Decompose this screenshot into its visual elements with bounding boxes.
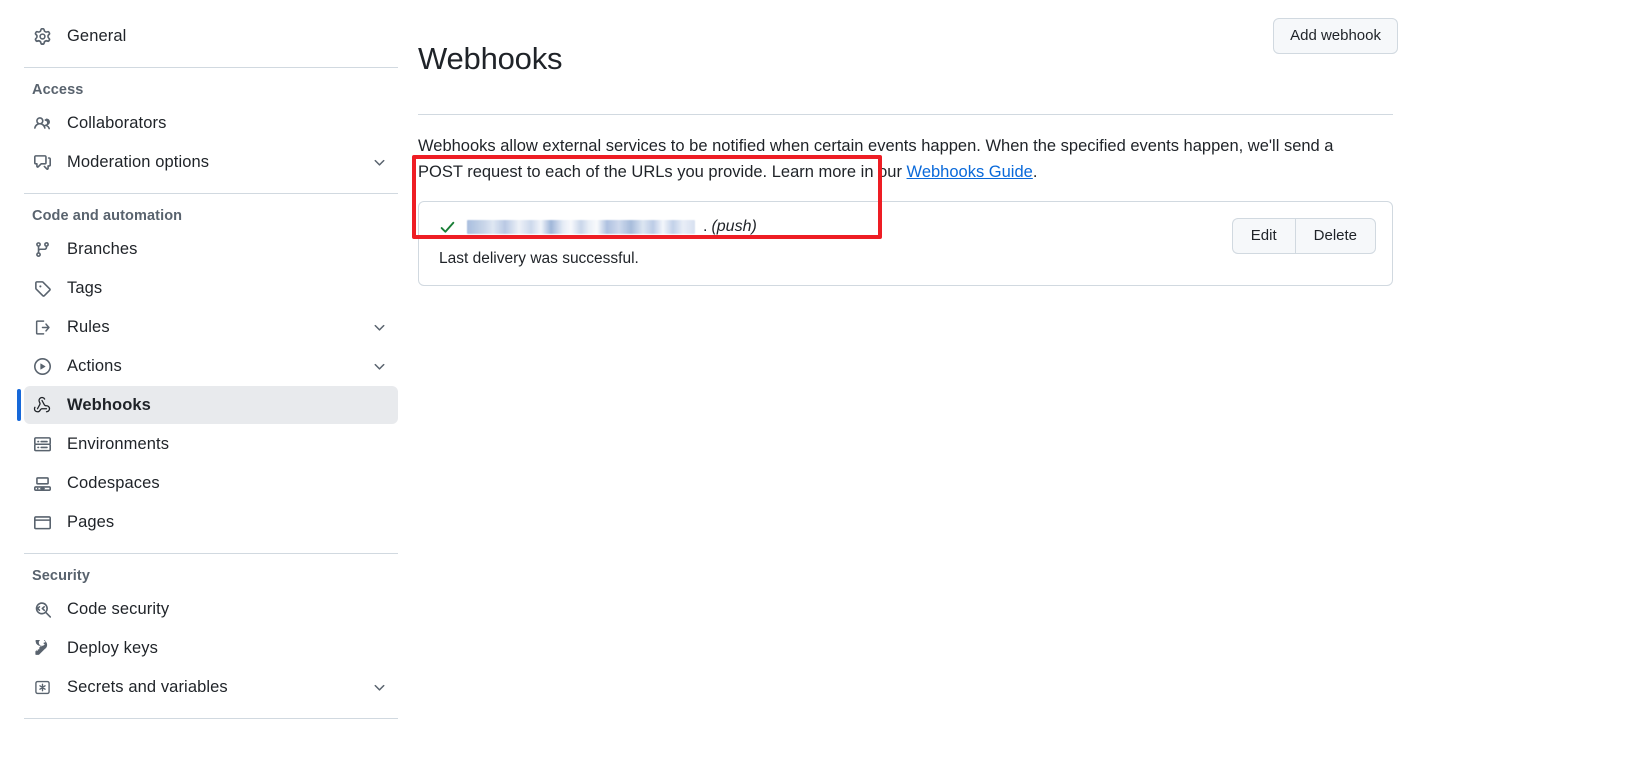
key-icon: [31, 637, 53, 659]
webhook-title-line: . (push): [437, 216, 757, 238]
gear-icon: [31, 25, 53, 47]
sidebar-divider: [24, 193, 398, 194]
description-text-before-link: Webhooks allow external services to be n…: [418, 136, 1334, 181]
settings-sidebar: General Access Collaborators Moderation …: [17, 0, 398, 723]
chevron-down-icon[interactable]: [370, 357, 388, 375]
chevron-down-icon[interactable]: [370, 153, 388, 171]
server-icon: [31, 433, 53, 455]
sidebar-item-branches[interactable]: Branches: [24, 230, 398, 268]
sidebar-item-label: Rules: [67, 317, 110, 336]
header-divider: [418, 113, 1393, 115]
sidebar-item-codespaces[interactable]: Codespaces: [24, 464, 398, 502]
sidebar-item-label: Webhooks: [67, 395, 151, 414]
sidebar-item-label: Moderation options: [67, 152, 210, 171]
asterisk-key-icon: [31, 676, 53, 698]
sidebar-item-code-security[interactable]: Code security: [24, 590, 398, 628]
webhooks-settings-page: General Access Collaborators Moderation …: [0, 0, 1627, 767]
webhook-icon: [31, 394, 53, 416]
webhook-actions: Edit Delete: [1231, 218, 1376, 255]
chevron-down-icon[interactable]: [370, 678, 388, 696]
webhook-url-redacted[interactable]: [467, 220, 695, 235]
sidebar-item-label: Secrets and variables: [67, 677, 228, 696]
sidebar-item-label: Pages: [67, 512, 115, 531]
people-icon: [31, 112, 53, 134]
main-content: Webhooks Add webhook Webhooks allow exte…: [418, 0, 1398, 287]
sidebar-item-label: General: [67, 26, 127, 45]
sidebar-item-general[interactable]: General: [24, 17, 398, 55]
sidebar-item-secrets-and-variables[interactable]: Secrets and variables: [24, 668, 398, 706]
sidebar-section-security: Security Code security Deploy keys Secre…: [24, 568, 398, 706]
browser-icon: [31, 511, 53, 533]
sidebar-item-tags[interactable]: Tags: [24, 269, 398, 307]
sidebar-item-environments[interactable]: Environments: [24, 425, 398, 463]
sidebar-item-label: Branches: [67, 239, 138, 258]
sidebar-divider: [24, 553, 398, 554]
delete-webhook-button[interactable]: Delete: [1294, 218, 1376, 255]
webhooks-guide-link[interactable]: Webhooks Guide: [907, 163, 1033, 181]
chevron-down-icon[interactable]: [370, 318, 388, 336]
add-webhook-button[interactable]: Add webhook: [1273, 18, 1398, 54]
page-title: Webhooks: [418, 40, 563, 76]
sidebar-item-label: Collaborators: [67, 113, 167, 132]
webhook-events: (push): [711, 218, 757, 236]
sidebar-divider: [24, 718, 398, 719]
sidebar-item-label: Environments: [67, 434, 170, 453]
sidebar-item-rules[interactable]: Rules: [24, 308, 398, 346]
page-header: Webhooks Add webhook: [418, 0, 1398, 100]
sidebar-item-actions[interactable]: Actions: [24, 347, 398, 385]
sidebar-item-webhooks[interactable]: Webhooks: [17, 386, 398, 424]
sidebar-section-code-and-automation: Code and automation Branches Tags Rules …: [17, 208, 398, 541]
description-text-after-link: .: [1032, 162, 1038, 181]
sidebar-divider: [24, 67, 398, 68]
webhook-separator: .: [703, 218, 708, 236]
code-search-icon: [31, 598, 53, 620]
play-circle-icon: [31, 355, 53, 377]
sidebar-item-label: Actions: [67, 356, 122, 375]
comment-discussion-icon: [31, 151, 53, 173]
codespaces-icon: [31, 472, 53, 494]
sidebar-item-deploy-keys[interactable]: Deploy keys: [24, 629, 398, 667]
sidebar-item-moderation-options[interactable]: Moderation options: [24, 143, 398, 181]
rules-icon: [31, 316, 53, 338]
sidebar-section-header: Security: [32, 568, 91, 584]
git-branch-icon: [31, 238, 53, 260]
check-icon: [437, 217, 457, 237]
sidebar-item-label: Deploy keys: [67, 638, 158, 657]
sidebar-item-collaborators[interactable]: Collaborators: [24, 104, 398, 142]
sidebar-section-header: Code and automation: [32, 208, 183, 224]
sidebar-item-pages[interactable]: Pages: [24, 503, 398, 541]
edit-webhook-button[interactable]: Edit: [1231, 218, 1295, 255]
sidebar-item-label: Code security: [67, 599, 170, 618]
sidebar-item-label: Codespaces: [67, 473, 160, 492]
webhook-details: . (push) Last delivery was successful.: [435, 216, 757, 269]
webhook-row: . (push) Last delivery was successful. E…: [419, 202, 1392, 285]
sidebar-section-header: Access: [32, 82, 84, 98]
webhooks-list: . (push) Last delivery was successful. E…: [418, 201, 1393, 287]
sidebar-section-access: Access Collaborators Moderation options: [24, 82, 398, 181]
sidebar-item-label: Tags: [67, 278, 103, 297]
tag-icon: [31, 277, 53, 299]
webhook-delivery-status: Last delivery was successful.: [439, 250, 639, 268]
webhooks-description: Webhooks allow external services to be n…: [418, 133, 1348, 185]
